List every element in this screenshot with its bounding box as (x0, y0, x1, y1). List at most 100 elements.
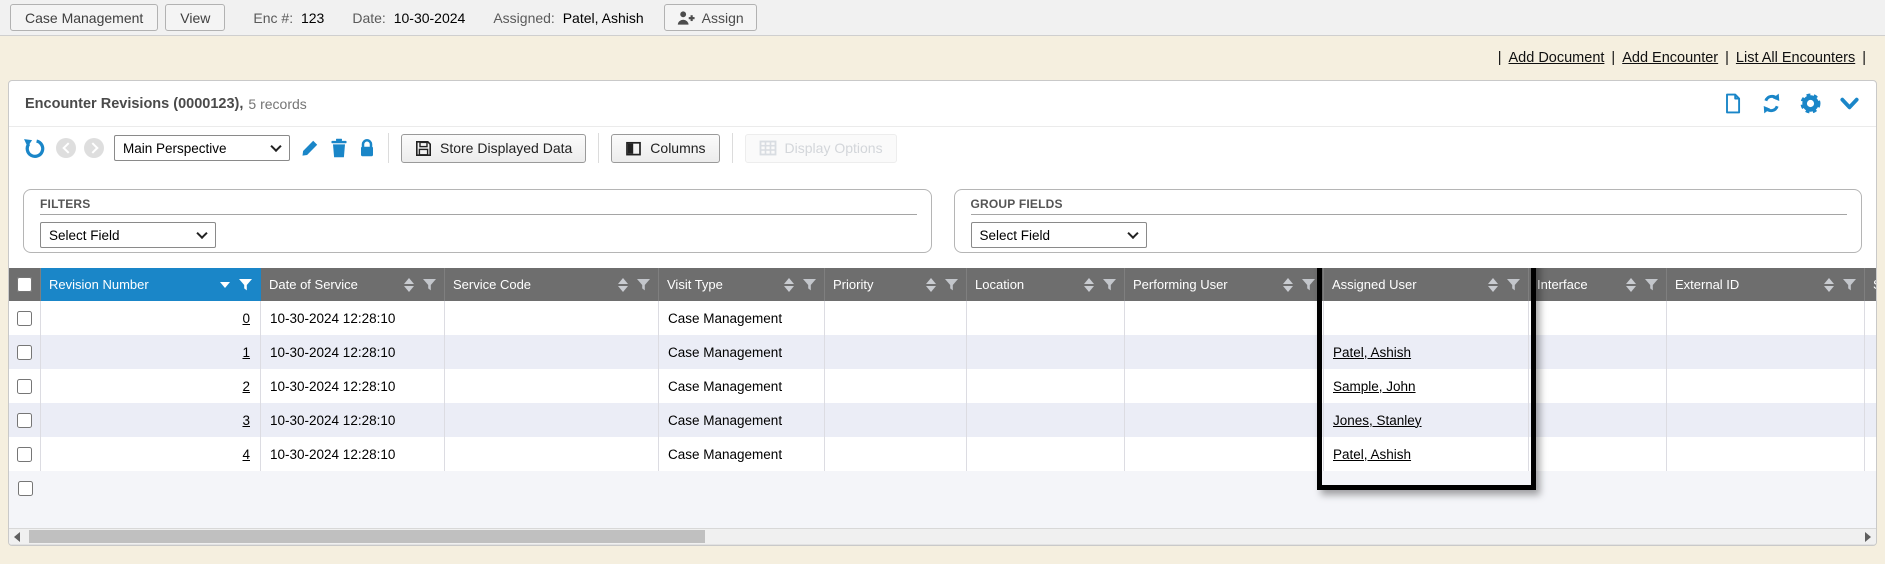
table-row[interactable]: 0 10-30-2024 12:28:10 Case Management (9, 301, 1876, 335)
cell-assigned-user: Patel, Ashish (1324, 437, 1529, 471)
enc-value: 123 (301, 10, 324, 26)
filters-field-select[interactable]: Select Field (40, 222, 216, 248)
column-header-assigned-user[interactable]: Assigned User (1324, 268, 1529, 301)
scrollbar-track[interactable] (25, 529, 1860, 544)
column-header-interface[interactable]: Interface (1529, 268, 1667, 301)
filter-funnel-icon[interactable] (1302, 279, 1315, 291)
assigned-user-link[interactable]: Patel, Ashish (1333, 345, 1411, 360)
add-encounter-link[interactable]: Add Encounter (1622, 50, 1718, 66)
perspective-select-wrapper: Main Perspective (114, 135, 290, 161)
delete-trash-icon[interactable] (330, 138, 348, 158)
row-checkbox[interactable] (17, 413, 32, 428)
column-header-clipped[interactable]: S (1865, 268, 1876, 301)
table-row[interactable]: 3 10-30-2024 12:28:10 Case Management Jo… (9, 403, 1876, 437)
sort-icon (404, 278, 414, 292)
link-separator: | (1725, 50, 1729, 66)
scroll-right-icon[interactable] (1860, 532, 1876, 542)
row-checkbox-cell (9, 369, 41, 403)
gear-icon[interactable] (1800, 93, 1821, 114)
cell-interface (1529, 403, 1667, 437)
grid-header-row: Revision Number Date of Service Service … (9, 268, 1876, 301)
group-fields-fieldset: GROUP FIELDS Select Field (954, 189, 1863, 253)
panel-title: Encounter Revisions (0000123), (25, 96, 243, 112)
column-header-revision-number[interactable]: Revision Number (41, 268, 261, 301)
select-all-checkbox[interactable] (17, 277, 32, 292)
chevron-down-icon[interactable] (1839, 94, 1860, 113)
view-button[interactable]: View (165, 4, 225, 31)
cell-priority (825, 335, 967, 369)
history-forward-button[interactable] (84, 138, 104, 158)
row-checkbox-cell (9, 335, 41, 369)
case-management-button[interactable]: Case Management (10, 4, 158, 31)
add-document-link[interactable]: Add Document (1509, 50, 1605, 66)
revision-link[interactable]: 1 (242, 345, 250, 360)
cell-date-of-service: 10-30-2024 12:28:10 (261, 301, 445, 335)
new-document-icon[interactable] (1723, 93, 1743, 114)
assigned-user-link[interactable]: Sample, John (1333, 379, 1416, 394)
filter-funnel-icon[interactable] (423, 279, 436, 291)
perspective-select[interactable]: Main Perspective (114, 135, 290, 161)
column-header-date-of-service[interactable]: Date of Service (261, 268, 445, 301)
row-checkbox[interactable] (17, 311, 32, 326)
assign-button[interactable]: Assign (664, 4, 757, 31)
revision-link[interactable]: 0 (242, 311, 250, 326)
group-fields-select[interactable]: Select Field (971, 222, 1147, 248)
assigned-user-link[interactable]: Jones, Stanley (1333, 413, 1422, 428)
scrollbar-thumb[interactable] (29, 530, 705, 543)
display-options-button[interactable]: Display Options (745, 134, 897, 163)
filter-funnel-icon[interactable] (803, 279, 816, 291)
sort-icon (1488, 278, 1498, 292)
table-row[interactable]: 1 10-30-2024 12:28:10 Case Management Pa… (9, 335, 1876, 369)
select-all-cell (9, 268, 41, 301)
column-header-location[interactable]: Location (967, 268, 1125, 301)
column-header-priority[interactable]: Priority (825, 268, 967, 301)
filter-funnel-icon[interactable] (1507, 279, 1520, 291)
sort-icon (926, 278, 936, 292)
columns-button[interactable]: Columns (611, 134, 719, 163)
columns-icon (625, 140, 642, 157)
list-all-encounters-link[interactable]: List All Encounters (1736, 50, 1855, 66)
cell-performing-user (1125, 403, 1324, 437)
table-row[interactable]: 2 10-30-2024 12:28:10 Case Management Sa… (9, 369, 1876, 403)
horizontal-scrollbar[interactable] (9, 528, 1876, 545)
filter-funnel-icon[interactable] (637, 279, 650, 291)
edit-pencil-icon[interactable] (300, 138, 320, 158)
row-checkbox[interactable] (17, 345, 32, 360)
cell-performing-user (1125, 369, 1324, 403)
cell-external-id (1667, 301, 1865, 335)
scroll-left-icon[interactable] (9, 532, 25, 542)
sort-icon (1626, 278, 1636, 292)
cell-location (967, 369, 1125, 403)
revision-link[interactable]: 4 (242, 447, 250, 462)
revision-link[interactable]: 3 (242, 413, 250, 428)
column-header-performing-user[interactable]: Performing User (1125, 268, 1324, 301)
filter-funnel-icon[interactable] (1645, 279, 1658, 291)
cell-clipped (1865, 335, 1876, 369)
table-row[interactable]: 4 10-30-2024 12:28:10 Case Management Pa… (9, 437, 1876, 471)
store-displayed-data-button[interactable]: Store Displayed Data (401, 134, 586, 163)
filter-funnel-icon[interactable] (1103, 279, 1116, 291)
column-header-external-id[interactable]: External ID (1667, 268, 1865, 301)
column-header-service-code[interactable]: Service Code (445, 268, 659, 301)
cell-visit-type: Case Management (659, 369, 825, 403)
cell-priority (825, 301, 967, 335)
row-checkbox[interactable] (17, 447, 32, 462)
cell-assigned-user: Patel, Ashish (1324, 335, 1529, 369)
filter-funnel-icon[interactable] (945, 279, 958, 291)
top-bar: Case Management View Enc #: 123 Date: 10… (0, 0, 1885, 36)
history-back-button[interactable] (56, 138, 76, 158)
assigned-user-link[interactable]: Patel, Ashish (1333, 447, 1411, 462)
row-checkbox[interactable] (17, 379, 32, 394)
lock-icon[interactable] (358, 138, 376, 158)
date-field: Date: 10-30-2024 (352, 10, 465, 26)
new-row-checkbox[interactable] (18, 481, 33, 496)
cell-location (967, 335, 1125, 369)
filter-funnel-icon[interactable] (1843, 279, 1856, 291)
cell-external-id (1667, 403, 1865, 437)
undo-icon[interactable] (23, 137, 46, 160)
refresh-icon[interactable] (1761, 93, 1782, 114)
column-header-visit-type[interactable]: Visit Type (659, 268, 825, 301)
filter-funnel-icon[interactable] (239, 279, 252, 291)
encounter-revisions-panel: Encounter Revisions (0000123), 5 records (8, 80, 1877, 546)
revision-link[interactable]: 2 (242, 379, 250, 394)
